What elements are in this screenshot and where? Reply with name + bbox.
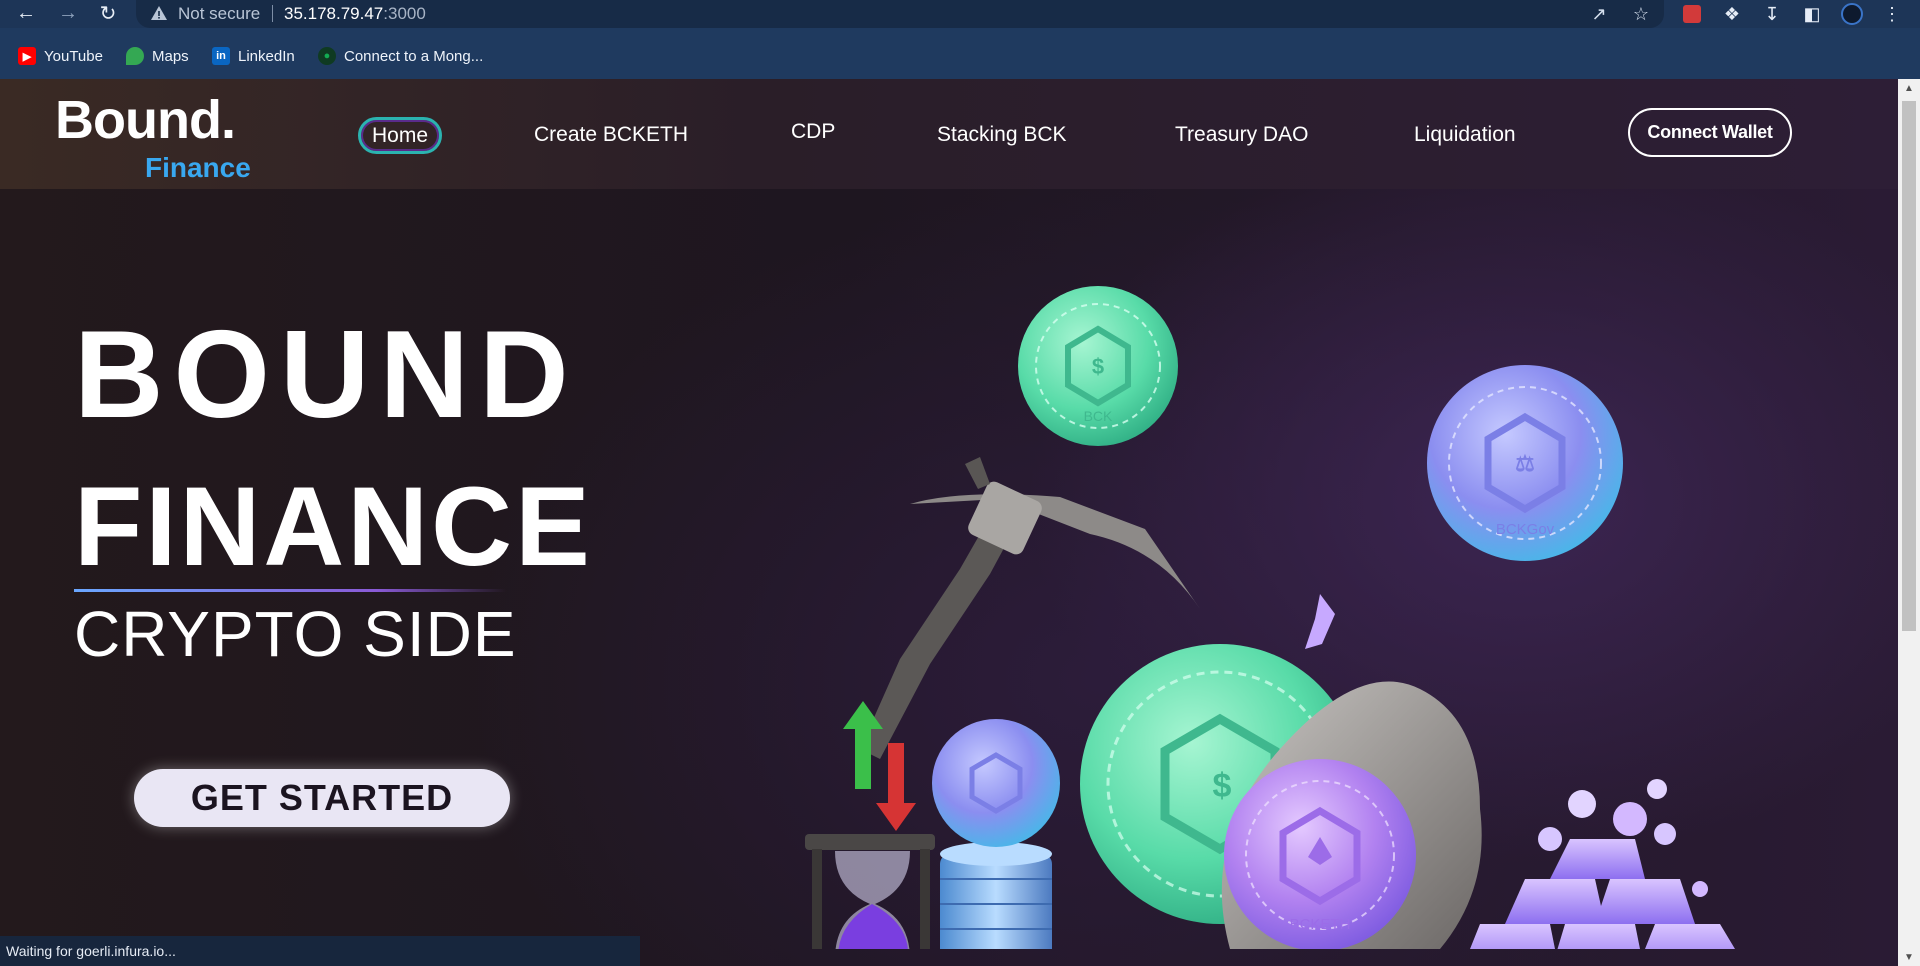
svg-text:BCKETH: BCKETH (1290, 916, 1351, 933)
bookmark-label: Maps (152, 47, 189, 65)
svg-text:BCKGov: BCKGov (1496, 521, 1555, 538)
hero-subtitle: CRYPTO SIDE (74, 598, 517, 670)
download-icon[interactable]: ↧ (1760, 2, 1784, 26)
bookmark-maps[interactable]: Maps (126, 46, 189, 66)
hero-title-line1: BOUND (74, 306, 579, 444)
bookmark-label: YouTube (44, 47, 103, 65)
linkedin-icon: in (212, 47, 230, 65)
maps-icon (126, 47, 144, 65)
security-label[interactable]: Not secure (178, 4, 260, 24)
avatar[interactable] (1840, 2, 1864, 26)
nav-treasury-dao[interactable]: Treasury DAO (1175, 123, 1308, 147)
nav-create-bcketh[interactable]: Create BCKETH (534, 123, 688, 147)
reload-icon[interactable]: ↻ (94, 0, 122, 26)
svg-text:BCK: BCK (1084, 408, 1113, 424)
crystal-icon (1305, 594, 1335, 649)
warning-icon (151, 6, 167, 20)
nav-home[interactable]: Home (358, 117, 442, 154)
mongodb-icon: ● (318, 47, 336, 65)
browser-chrome: ← → ↻ Not secure 35.178.79.47:3000 ↗ ☆ ❖… (0, 0, 1920, 79)
get-started-button[interactable]: GET STARTED (134, 769, 510, 827)
nav-stacking-bck[interactable]: Stacking BCK (937, 123, 1067, 147)
hero-title-line2: FINANCE (74, 464, 593, 589)
bookmarks-bar: ▶ YouTube Maps in LinkedIn ● Connect to … (0, 38, 1920, 74)
coin-stack-icon (932, 719, 1060, 949)
page-scrollbar[interactable]: ▲ ▼ (1898, 79, 1920, 966)
connect-wallet-button[interactable]: Connect Wallet (1628, 108, 1792, 157)
svg-text:$: $ (1092, 354, 1104, 379)
hourglass-icon (805, 834, 935, 949)
logo-main[interactable]: Bound. (55, 89, 236, 151)
hero-divider (74, 589, 506, 592)
status-bar: Waiting for goerli.infura.io... (0, 936, 640, 966)
scroll-thumb[interactable] (1902, 101, 1916, 631)
bookmark-linkedin[interactable]: in LinkedIn (212, 46, 295, 66)
browser-toolbar: ← → ↻ Not secure 35.178.79.47:3000 ↗ ☆ ❖… (0, 0, 1920, 28)
bookmark-youtube[interactable]: ▶ YouTube (18, 46, 103, 66)
divider (272, 5, 273, 22)
nav-cdp[interactable]: CDP (791, 120, 835, 144)
bookmark-label: LinkedIn (238, 47, 295, 65)
bookmark-label: Connect to a Mong... (344, 47, 484, 65)
extension-red-icon[interactable] (1680, 2, 1704, 26)
page-content: Bound. Finance Home Create BCKETH CDP St… (0, 79, 1898, 966)
sidepanel-icon[interactable]: ◧ (1800, 2, 1824, 26)
logo-sub[interactable]: Finance (145, 152, 251, 184)
arrow-down-icon (876, 743, 916, 831)
share-icon[interactable]: ↗ (1588, 3, 1610, 25)
puzzle-icon[interactable]: ❖ (1720, 2, 1744, 26)
youtube-icon: ▶ (18, 47, 36, 65)
bckgov-coin-icon: ⚖ BCKGov (1427, 365, 1623, 561)
gold-bars-icon (1470, 779, 1735, 949)
scroll-down-icon[interactable]: ▼ (1898, 948, 1920, 966)
bookmark-mongodb[interactable]: ● Connect to a Mong... (318, 46, 483, 66)
svg-text:⚖: ⚖ (1515, 451, 1535, 476)
scroll-up-icon[interactable]: ▲ (1898, 79, 1920, 97)
bcketh-coin-icon: BCKETH (1224, 759, 1416, 949)
back-icon[interactable]: ← (12, 0, 40, 26)
nav-liquidation[interactable]: Liquidation (1414, 123, 1516, 147)
site-header: Bound. Finance Home Create BCKETH CDP St… (0, 79, 1898, 189)
bck-coin-icon: $ BCK (1018, 286, 1178, 446)
hero-illustration: $ BCK ⚖ BCKGov $ BCKETH (805, 286, 1735, 949)
star-icon[interactable]: ☆ (1630, 3, 1652, 25)
svg-text:$: $ (1213, 767, 1232, 805)
menu-icon[interactable]: ⋮ (1880, 2, 1904, 26)
address-bar[interactable]: Not secure 35.178.79.47:3000 ↗ ☆ (136, 0, 1664, 28)
url-text[interactable]: 35.178.79.47:3000 (284, 4, 426, 24)
forward-icon[interactable]: → (54, 0, 82, 26)
